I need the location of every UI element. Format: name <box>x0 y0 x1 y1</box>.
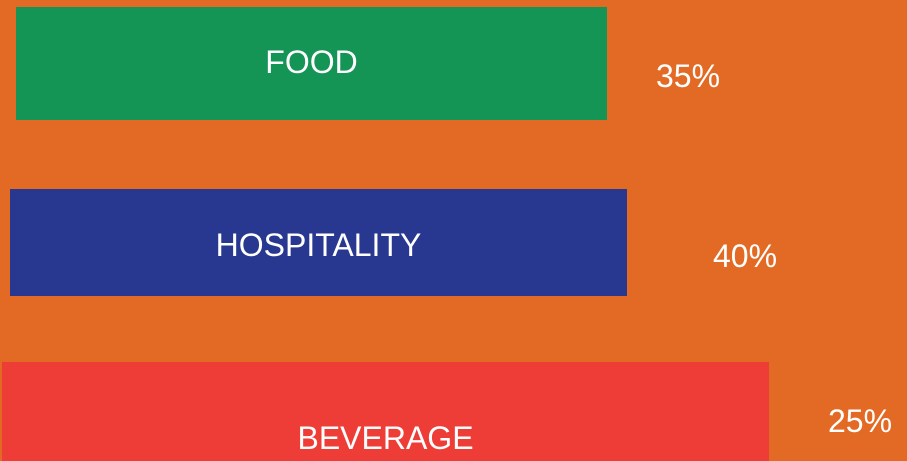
bar-label-food: FOOD <box>265 44 358 80</box>
bar-label-hospitality: HOSPITALITY <box>215 227 422 263</box>
bar-food: FOOD <box>16 7 607 120</box>
value-label-food: 35% <box>656 58 721 94</box>
bar-label-beverage: BEVERAGE <box>297 420 474 456</box>
value-label-beverage: 25% <box>828 403 893 439</box>
bar-hospitality: HOSPITALITY <box>10 189 627 296</box>
bar-chart: FOOD 35% HOSPITALITY 40% BEVERAGE 25% <box>0 0 907 461</box>
bar-beverage: BEVERAGE <box>2 362 769 461</box>
value-label-hospitality: 40% <box>713 238 778 274</box>
